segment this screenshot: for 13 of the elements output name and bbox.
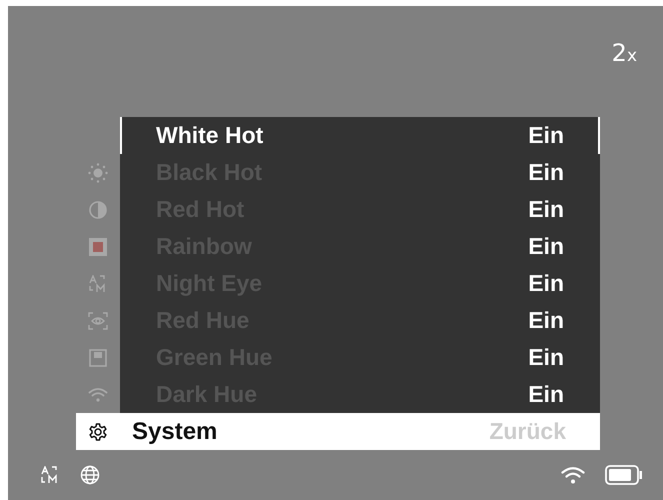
contrast-icon — [89, 200, 107, 218]
palette-menu-item[interactable]: White Hot Ein — [120, 117, 600, 154]
square-icon — [89, 348, 107, 366]
brightness-icon — [88, 162, 108, 182]
wifi-icon — [561, 466, 585, 484]
zoom-level: 2x — [612, 39, 637, 67]
settings-icon — [88, 422, 108, 442]
globe-icon — [80, 465, 100, 485]
wifi-icon — [88, 386, 108, 402]
color-square-icon — [89, 238, 107, 256]
battery-icon — [605, 465, 643, 485]
auto-manual-icon — [89, 274, 107, 292]
eye-icon — [88, 312, 108, 330]
